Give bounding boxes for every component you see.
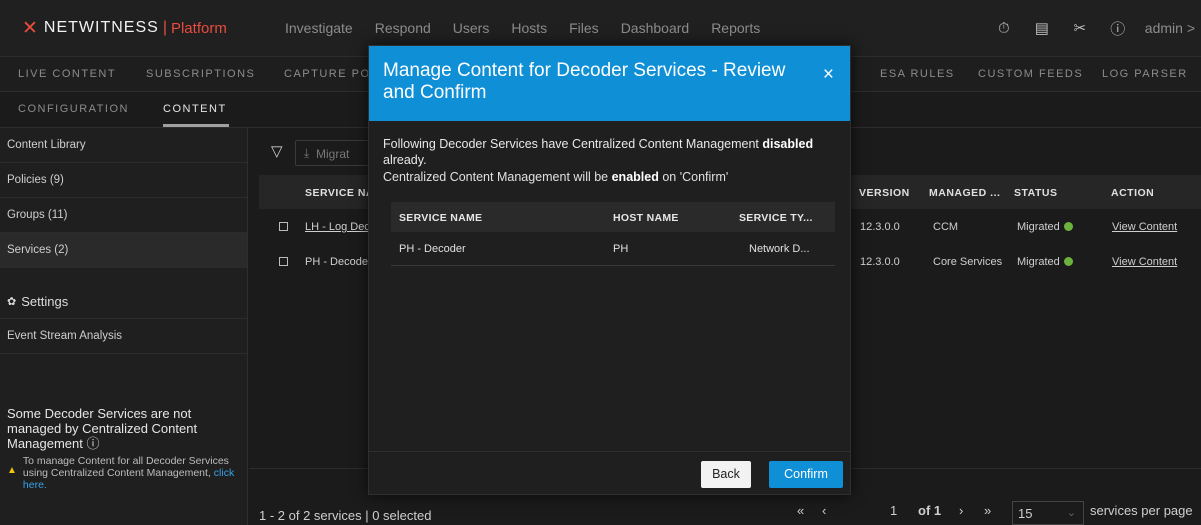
dialog-message-disabled: Following Decoder Services have Centrali… (383, 137, 814, 167)
stopwatch-icon[interactable]: ⏱ (985, 20, 1023, 37)
settings-label: Settings (21, 294, 69, 309)
dialog-services-table: SERVICE NAME HOST NAME SERVICE TY... PH … (391, 202, 835, 266)
column-action[interactable]: ACTION (1111, 187, 1154, 199)
ccm-notice-title: Some Decoder Services are not managed by… (7, 406, 198, 451)
review-confirm-dialog: Manage Content for Decoder Services - Re… (368, 45, 851, 495)
dialog-table-header: SERVICE NAME HOST NAME SERVICE TY... (391, 202, 835, 232)
sidebar-item-policies[interactable]: Policies (9) (0, 163, 247, 198)
service-name-cell: PH - Decode (305, 256, 368, 268)
dialog-message-enabled: Centralized Content Management will be e… (383, 170, 729, 184)
help-icon[interactable]: ⓘ (1099, 18, 1137, 39)
dialog-title: Manage Content for Decoder Services - Re… (383, 60, 786, 103)
check-circle-icon (1063, 222, 1073, 231)
platform-label: Platform (170, 19, 227, 37)
migrate-label: Migrat (316, 147, 350, 161)
page-total: of 1 (918, 503, 942, 518)
per-page-label: services per page (1090, 503, 1193, 518)
dialog-body: Following Decoder Services have Centrali… (383, 136, 843, 184)
per-page-value: 15 (1018, 506, 1033, 521)
warning-icon: ▲ (7, 465, 17, 476)
tab-configuration[interactable]: CONFIGURATION (18, 103, 129, 115)
nav-users[interactable]: Users (453, 20, 490, 36)
main-nav: Investigate Respond Users Hosts Files Da… (285, 20, 782, 36)
chevron-down-icon: ⌄ (1066, 507, 1076, 519)
report-icon[interactable]: ▤ (1023, 19, 1061, 37)
first-page-button[interactable]: « (797, 503, 804, 518)
ccm-notice-message: To manage Content for all Decoder Servic… (22, 455, 235, 491)
confirm-button[interactable]: Confirm (769, 461, 843, 488)
nav-files[interactable]: Files (569, 20, 599, 36)
subnav-capture-policy[interactable]: CAPTURE PO (284, 68, 371, 80)
close-icon[interactable]: × (823, 64, 834, 86)
netwitness-logo-icon: ✕ (22, 17, 38, 39)
per-page-select[interactable]: 15 ⌄ (1012, 501, 1084, 525)
download-icon: ⤓ (304, 146, 310, 160)
subnav-esa-rules[interactable]: ESA RULES (880, 68, 955, 80)
info-icon[interactable]: ⓘ (87, 436, 100, 451)
nav-hosts[interactable]: Hosts (511, 20, 547, 36)
sidebar-item-content-library[interactable]: Content Library (0, 128, 247, 163)
service-name-link[interactable]: LH - Log Dec (305, 221, 370, 233)
managed-cell: Core Services (933, 256, 1003, 268)
nav-respond[interactable]: Respond (375, 20, 431, 36)
column-managed[interactable]: MANAGED ... (929, 187, 1000, 199)
back-button[interactable]: Back (701, 461, 751, 488)
sidebar-item-event-stream-analysis[interactable]: Event Stream Analysis (0, 319, 247, 354)
column-version[interactable]: VERSION (859, 187, 910, 199)
gear-icon: ✿ (7, 296, 17, 308)
subnav-subscriptions[interactable]: SUBSCRIPTIONS (146, 68, 255, 80)
row-checkbox[interactable] (279, 257, 288, 266)
dialog-service-type-cell: Network D... (749, 243, 810, 255)
subnav-live-content[interactable]: LIVE CONTENT (18, 68, 116, 80)
dialog-service-name-cell: PH - Decoder (399, 243, 466, 255)
dialog-footer: Back Confirm (369, 451, 850, 494)
subnav-custom-feeds[interactable]: CUSTOM FEEDS (978, 68, 1083, 80)
status-cell: Migrated (1017, 256, 1073, 268)
column-status[interactable]: STATUS (1014, 187, 1057, 199)
active-tab-indicator (163, 124, 229, 127)
version-cell: 12.3.0.0 (860, 256, 900, 268)
netwitness-logo[interactable]: ✕ NETWITNESS | Platform (0, 17, 285, 40)
top-right-tools: ⏱ ▤ ✂ ⓘ admin > (985, 0, 1201, 56)
admin-user-menu[interactable]: admin > (1145, 20, 1195, 36)
prev-page-button[interactable]: ‹ (822, 503, 826, 518)
column-service-name[interactable]: SERVICE NA (305, 187, 374, 199)
tools-icon[interactable]: ✂ (1061, 19, 1099, 37)
sidebar-item-services[interactable]: Services (2) (0, 233, 247, 268)
version-cell: 12.3.0.0 (860, 221, 900, 233)
next-page-button[interactable]: › (959, 503, 963, 518)
status-cell: Migrated (1017, 221, 1073, 233)
view-content-link[interactable]: View Content (1112, 221, 1177, 233)
dialog-column-service-type[interactable]: SERVICE TY... (739, 212, 813, 224)
sidebar-item-groups[interactable]: Groups (11) (0, 198, 247, 233)
table-row: PH - Decoder PH Network D... (391, 232, 835, 266)
filter-icon[interactable]: ▽ (271, 142, 283, 160)
selection-summary: 1 - 2 of 2 services | 0 selected (259, 508, 432, 523)
last-page-button[interactable]: » (984, 503, 991, 518)
subnav-log-parser[interactable]: LOG PARSER (1102, 68, 1188, 80)
sidebar-settings-header[interactable]: ✿ Settings (0, 285, 247, 319)
brand-separator: | (162, 19, 167, 36)
nav-reports[interactable]: Reports (711, 20, 760, 36)
view-content-link[interactable]: View Content (1112, 256, 1177, 268)
dialog-column-host-name[interactable]: HOST NAME (613, 212, 679, 224)
nav-dashboard[interactable]: Dashboard (621, 20, 690, 36)
sidebar: Content Library Policies (9) Groups (11)… (0, 128, 248, 525)
managed-cell: CCM (933, 221, 959, 233)
dialog-column-service-name[interactable]: SERVICE NAME (399, 212, 482, 224)
check-circle-icon (1063, 257, 1073, 266)
dialog-header: Manage Content for Decoder Services - Re… (369, 46, 850, 121)
current-page-input[interactable]: 1 (890, 503, 897, 518)
dialog-host-name-cell: PH (613, 243, 629, 255)
brand-name: NETWITNESS (43, 19, 159, 36)
row-checkbox[interactable] (279, 222, 288, 231)
tab-content[interactable]: CONTENT (163, 103, 227, 115)
nav-investigate[interactable]: Investigate (285, 20, 353, 36)
ccm-notice: Some Decoder Services are not managed by… (7, 406, 239, 491)
